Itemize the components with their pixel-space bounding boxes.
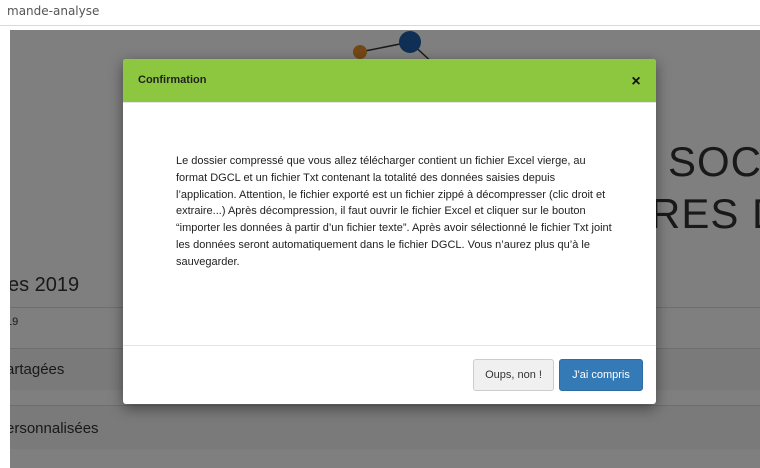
dialog-message: Le dossier compressé que vous allez télé… [176, 155, 612, 268]
browser-topbar: mande-analyse [0, 0, 760, 26]
cancel-button[interactable]: Oups, non ! [473, 359, 554, 391]
dialog-header: Confirmation × [123, 59, 656, 103]
url-text[interactable]: mande-analyse [7, 4, 99, 18]
dialog-footer: Oups, non ! J'ai compris [123, 347, 656, 404]
confirmation-dialog: Confirmation × Le dossier compressé que … [123, 59, 656, 404]
confirm-button[interactable]: J'ai compris [559, 359, 643, 391]
close-icon[interactable]: × [626, 72, 646, 92]
dialog-body: Le dossier compressé que vous allez télé… [123, 103, 656, 346]
dialog-title: Confirmation [138, 74, 207, 86]
